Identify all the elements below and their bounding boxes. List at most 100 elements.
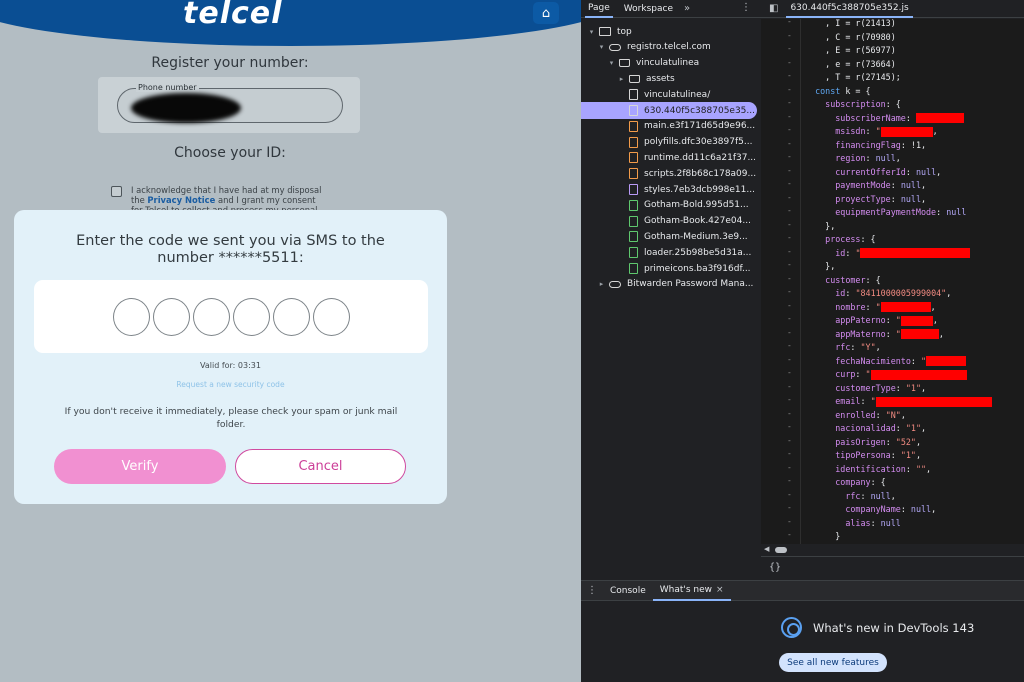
tab-whats-new[interactable]: What's new ×	[652, 581, 731, 601]
code-token: curp	[805, 369, 856, 379]
file-tree-item[interactable]: primeicons.ba3f916df...	[581, 260, 761, 277]
file-tree-label: loader.25b98be5d31a...	[644, 247, 752, 258]
line-marker: -	[787, 368, 792, 377]
line-marker: -	[787, 260, 792, 269]
redaction-block	[900, 315, 933, 326]
expand-arrow-icon[interactable]: ▸	[617, 75, 626, 83]
tab-console[interactable]: Console	[603, 581, 653, 601]
expand-arrow-icon[interactable]: ▾	[597, 43, 606, 51]
font-file-icon	[629, 231, 638, 243]
line-marker: -	[787, 489, 792, 499]
redaction-block	[926, 356, 967, 366]
consent-checkbox[interactable]	[111, 186, 122, 197]
expand-arrow-icon[interactable]: ▾	[607, 59, 616, 67]
file-tree-item[interactable]: Gotham-Book.427e04...	[581, 213, 761, 230]
file-tree-item[interactable]: ▸ assets	[581, 70, 761, 87]
file-tree: ▾ top ▾ registro.telcel.com ▾ vinculatulinea ▸…	[581, 20, 761, 580]
scrollbar-thumb[interactable]	[775, 547, 787, 553]
code-token: :	[860, 490, 871, 501]
code-token: , I = r(21413)	[805, 19, 896, 28]
file-tree-item[interactable]: polyfills.dfc30e3897f5...	[581, 134, 761, 151]
horizontal-scrollbar[interactable]: ◀	[761, 544, 1024, 556]
file-tree-item[interactable]: scripts.2f8b68c178a09...	[581, 165, 761, 182]
code-token: "8411000005999004"	[855, 288, 947, 298]
code-line: , E = r(56977)	[805, 44, 1024, 58]
tab-page[interactable]: Page	[585, 0, 613, 18]
file-tree-label: vinculatulinea	[636, 58, 700, 69]
tab-workspace[interactable]: Workspace	[621, 0, 676, 18]
cancel-button[interactable]: Cancel	[235, 449, 406, 484]
folder-icon	[629, 74, 640, 83]
line-marker: -	[787, 516, 792, 526]
file-tree-item[interactable]: 630.440f5c388705e35...	[581, 102, 757, 119]
file-tree-item[interactable]: styles.7eb3dcb998e11...	[581, 181, 761, 198]
file-tree-item[interactable]: Gotham-Bold.995d51...	[581, 197, 761, 214]
code-digit-input[interactable]	[232, 297, 270, 336]
verify-button[interactable]: Verify	[54, 449, 226, 484]
font-file-icon	[629, 199, 638, 211]
more-tabs-icon[interactable]: »	[684, 3, 690, 14]
code-token: :	[885, 436, 896, 447]
code-digit-input[interactable]	[192, 297, 230, 336]
code-line: nacionalidad: "1",	[805, 422, 1024, 436]
see-all-features-button[interactable]: See all new features	[779, 653, 887, 672]
code-digit-input[interactable]	[152, 297, 190, 336]
file-tree-item[interactable]: main.e3f171d65d9e96...	[581, 118, 761, 135]
redaction-block	[880, 302, 931, 312]
code-token: : !1,	[900, 139, 927, 150]
code-line: msisdn: ",	[805, 125, 1024, 139]
code-token: financingFlag	[805, 139, 901, 150]
request-new-code-link[interactable]: Request a new security code	[14, 380, 447, 389]
code-token: tipoPersona	[805, 450, 891, 460]
file-tree-item[interactable]: ▾ vinculatulinea	[581, 55, 761, 72]
kebab-menu-icon[interactable]: ⋮	[741, 2, 751, 13]
source-code-editor[interactable]: - , I = r(21413) - , C = r(70980) - , E = …	[761, 19, 1024, 544]
code-token: :	[865, 126, 876, 136]
drawer-menu-icon[interactable]: ⋮	[581, 585, 603, 596]
expand-arrow-icon[interactable]: ▾	[587, 28, 596, 36]
code-token: nacionalidad	[805, 423, 896, 433]
code-digit-input[interactable]	[112, 297, 150, 336]
code-token: ,	[926, 463, 932, 474]
expand-arrow-icon[interactable]: ▸	[597, 280, 606, 288]
privacy-notice-link[interactable]: Privacy Notice	[147, 195, 215, 205]
code-digit-input[interactable]	[312, 297, 350, 336]
code-token: "Y"	[860, 342, 876, 352]
file-icon	[629, 89, 638, 101]
close-tab-icon[interactable]: ×	[716, 585, 724, 595]
file-tree-item[interactable]: Gotham-Medium.3e9...	[581, 228, 761, 245]
code-token: customer	[805, 274, 866, 285]
line-marker: -	[787, 233, 792, 242]
code-token: customerType	[805, 382, 896, 393]
redaction-block	[875, 396, 992, 407]
frame-icon	[599, 27, 611, 36]
open-file-tab[interactable]: 630.440f5c388705e352.js	[786, 0, 913, 18]
line-marker: -	[787, 341, 792, 350]
code-token: appMaterno	[805, 328, 886, 339]
code-token: ,	[936, 166, 942, 177]
code-line: }	[805, 530, 1024, 544]
code-line: customerType: "1",	[805, 382, 1024, 396]
line-marker: -	[787, 287, 792, 296]
code-token: proyectType	[805, 193, 891, 204]
home-button[interactable]: ⌂	[533, 2, 559, 24]
line-marker: -	[787, 327, 792, 337]
redaction-block	[860, 248, 971, 258]
file-tree-item[interactable]: loader.25b98be5d31a...	[581, 244, 761, 261]
file-tree-item[interactable]: ▸ Bitwarden Password Mana...	[581, 276, 761, 293]
scroll-left-icon[interactable]: ◀	[764, 545, 769, 553]
line-marker: -	[787, 408, 792, 418]
file-tree-item[interactable]: ▾ top	[581, 23, 761, 40]
pretty-print-button[interactable]: {}	[761, 556, 1024, 578]
line-marker: -	[787, 219, 792, 229]
file-tree-label: 630.440f5c388705e35...	[644, 105, 755, 116]
code-digit-input[interactable]	[272, 297, 310, 336]
file-tree-item[interactable]: vinculatulinea/	[581, 86, 761, 103]
code-line: paisOrigen: "52",	[805, 436, 1024, 450]
modal-title: Enter the code we sent you via SMS to th…	[76, 233, 385, 266]
file-tree-item[interactable]: ▾ registro.telcel.com	[581, 39, 761, 56]
code-line: subscriberName:	[805, 112, 1024, 126]
toggle-navigator-icon[interactable]: ◧	[769, 3, 778, 14]
telcel-logo[interactable]: telcel	[183, 0, 282, 31]
file-tree-item[interactable]: runtime.dd11c6a21f37...	[581, 149, 761, 166]
